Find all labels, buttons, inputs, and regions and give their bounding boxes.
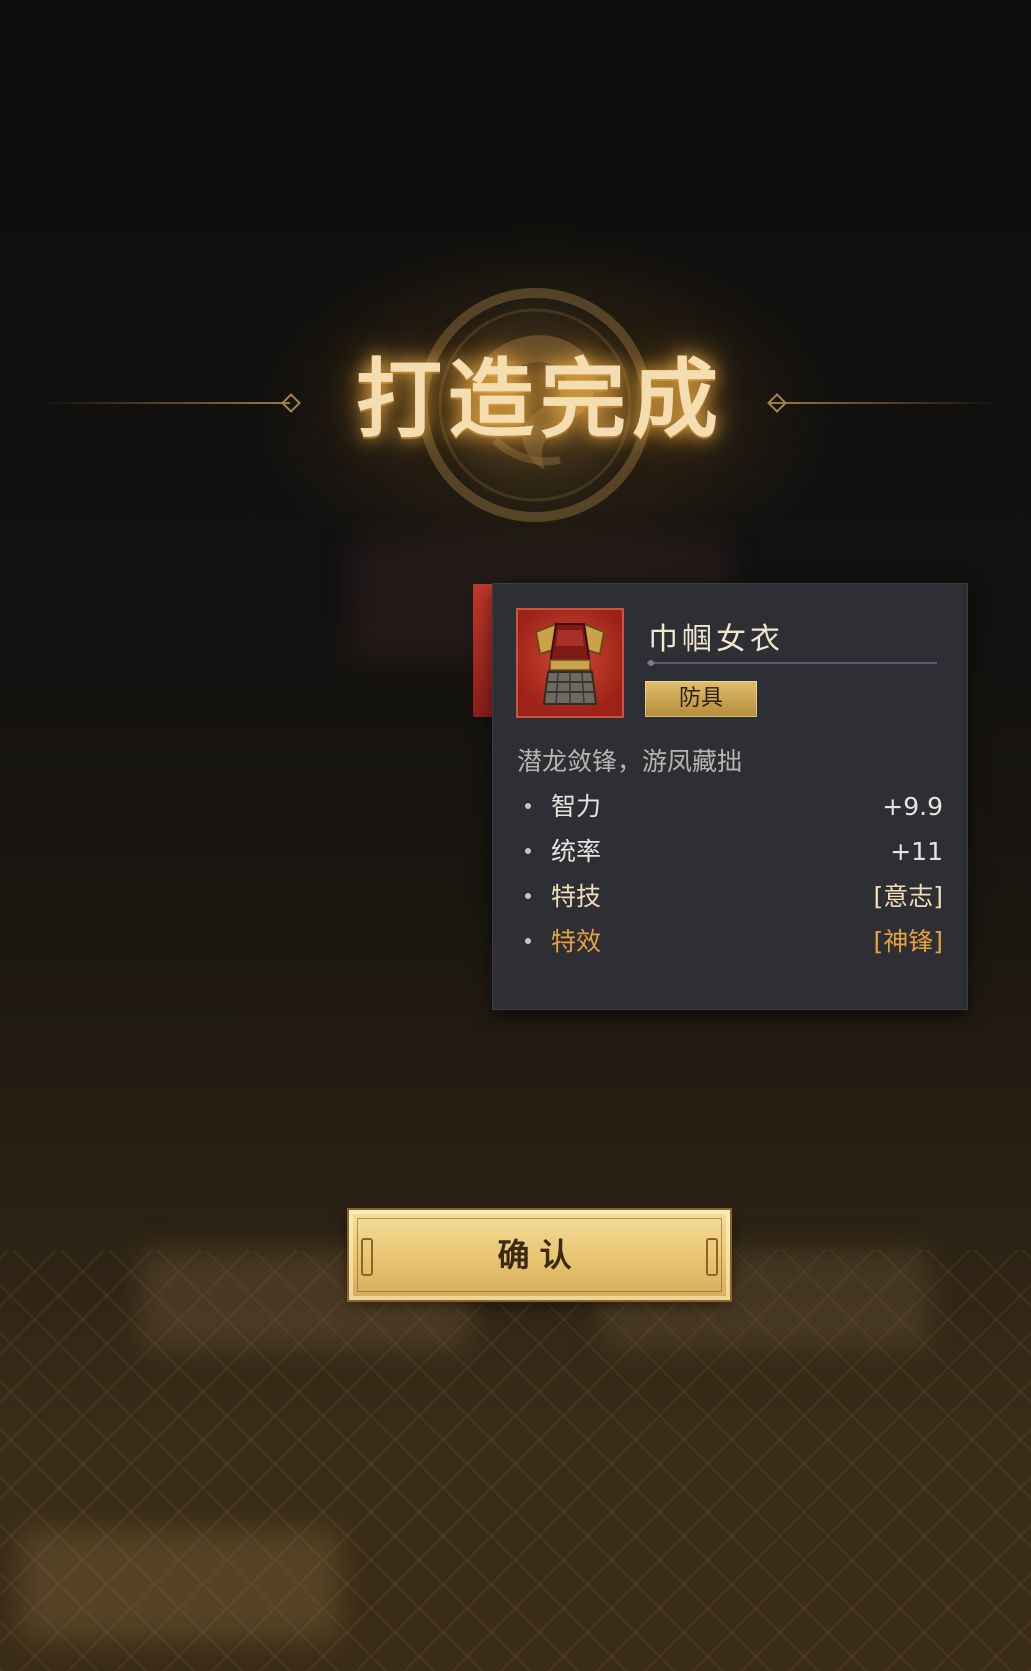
bullet-dot [525,803,531,809]
rarity-accent-bar [473,584,493,717]
confirm-button-label: 确认 [497,1236,582,1274]
confirm-button[interactable]: 确认 [349,1210,730,1300]
forge-complete-screen: 打造完成 巾帼女衣 防具 潜龙敛锋，游凤藏拙 智力 +9.9 统率 +11 特技… [0,0,1031,1671]
stat-value[interactable]: [意志] [873,880,943,914]
title-divider-cap [767,393,787,413]
item-type-badge: 防具 [645,681,757,717]
stat-row-skill: 特技 [意志] [525,880,943,914]
item-info-card: 巾帼女衣 防具 潜龙敛锋，游凤藏拙 智力 +9.9 统率 +11 特技 [意志]… [493,584,967,1009]
stat-row-intelligence: 智力 +9.9 [525,790,943,824]
stat-row-effect: 特效 [神锋] [525,925,943,959]
bullet-dot [525,893,531,899]
name-underline-ornament [647,660,937,666]
bullet-dot [525,938,531,944]
stat-value: +11 [890,837,943,866]
background-blur-panel [20,1530,340,1640]
stat-label: 特效 [551,927,602,956]
forge-complete-title: 打造完成 [356,349,724,450]
title-divider-right [770,402,1000,404]
stat-label: 特技 [551,882,602,911]
stat-row-command: 统率 +11 [525,835,943,869]
item-flavor-text: 潜龙敛锋，游凤藏拙 [517,747,743,776]
stat-label: 统率 [551,837,602,866]
title-divider-left [40,402,290,404]
bullet-dot [525,848,531,854]
stat-value[interactable]: [神锋] [873,925,943,959]
item-name: 巾帼女衣 [648,622,784,657]
stat-value: +9.9 [882,792,943,821]
title-divider-cap [281,393,301,413]
armor-vest-icon [516,608,624,718]
stat-label: 智力 [551,792,602,821]
